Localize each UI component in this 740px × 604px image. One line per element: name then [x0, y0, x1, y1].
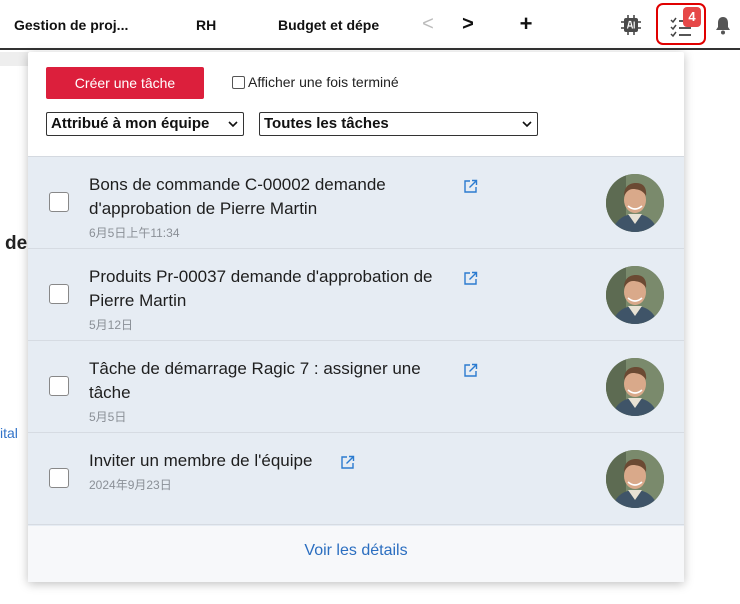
- tasks-button[interactable]: 4: [656, 3, 706, 45]
- next-tabs-button[interactable]: >: [456, 12, 480, 36]
- external-link-icon[interactable]: [340, 455, 355, 470]
- assignee-filter-value: Attribué à mon équipe: [51, 115, 210, 132]
- task-date: 6月5日上午11:34: [89, 226, 180, 240]
- external-link-icon[interactable]: [463, 179, 478, 194]
- bell-icon[interactable]: [714, 15, 732, 35]
- task-title[interactable]: Tâche de démarrage Ragic 7 : assigner un…: [89, 357, 459, 405]
- external-link-icon[interactable]: [463, 271, 478, 286]
- create-task-button[interactable]: Créer une tâche: [46, 67, 204, 99]
- previous-tabs-button[interactable]: <: [416, 12, 440, 36]
- task-date: 5月12日: [89, 318, 134, 332]
- task-complete-checkbox[interactable]: [49, 284, 69, 304]
- tab-rh[interactable]: RH: [196, 17, 216, 33]
- user-avatar: [606, 174, 664, 232]
- user-avatar: [606, 450, 664, 508]
- task-title[interactable]: Bons de commande C-00002 demande d'appro…: [89, 173, 459, 221]
- tab-budget-et-depenses[interactable]: Budget et dépe: [278, 17, 379, 33]
- task-filter-select[interactable]: Toutes les tâches: [259, 112, 538, 136]
- view-details-link[interactable]: Voir les détails: [304, 542, 407, 560]
- task-title[interactable]: Inviter un membre de l'équipe: [89, 449, 459, 473]
- background-heading-fragment: de: [5, 233, 28, 254]
- task-complete-checkbox[interactable]: [49, 192, 69, 212]
- task-item[interactable]: Bons de commande C-00002 demande d'appro…: [28, 157, 684, 249]
- user-avatar: [606, 266, 664, 324]
- chevron-down-icon: [228, 121, 238, 128]
- task-count-badge: 4: [683, 7, 701, 27]
- task-title[interactable]: Produits Pr-00037 demande d'approbation …: [89, 265, 459, 313]
- page-background-band: [0, 52, 30, 66]
- ai-chip-icon[interactable]: [620, 14, 642, 36]
- task-item[interactable]: Inviter un membre de l'équipe 2024年9月23日: [28, 433, 684, 525]
- assignee-filter-select[interactable]: Attribué à mon équipe: [46, 112, 244, 136]
- chevron-down-icon: [522, 121, 532, 128]
- task-list: Bons de commande C-00002 demande d'appro…: [28, 156, 684, 526]
- task-complete-checkbox[interactable]: [49, 468, 69, 488]
- add-tab-button[interactable]: +: [514, 12, 538, 36]
- show-completed-checkbox[interactable]: [232, 76, 245, 89]
- tasks-dropdown-panel: Créer une tâche Afficher une fois termin…: [28, 52, 684, 582]
- task-complete-checkbox[interactable]: [49, 376, 69, 396]
- background-link-fragment[interactable]: ital: [0, 425, 18, 441]
- task-date: 5月5日: [89, 410, 127, 424]
- show-completed-label[interactable]: Afficher une fois terminé: [248, 74, 399, 90]
- task-filter-value: Toutes les tâches: [264, 115, 389, 132]
- user-avatar: [606, 358, 664, 416]
- task-date: 2024年9月23日: [89, 478, 172, 492]
- panel-footer: Voir les détails: [28, 526, 684, 582]
- tab-gestion-de-projet[interactable]: Gestion de proj...: [14, 17, 128, 33]
- task-item[interactable]: Tâche de démarrage Ragic 7 : assigner un…: [28, 341, 684, 433]
- top-navigation-bar: Gestion de proj... RH Budget et dépe < >…: [0, 0, 740, 50]
- task-item[interactable]: Produits Pr-00037 demande d'approbation …: [28, 249, 684, 341]
- external-link-icon[interactable]: [463, 363, 478, 378]
